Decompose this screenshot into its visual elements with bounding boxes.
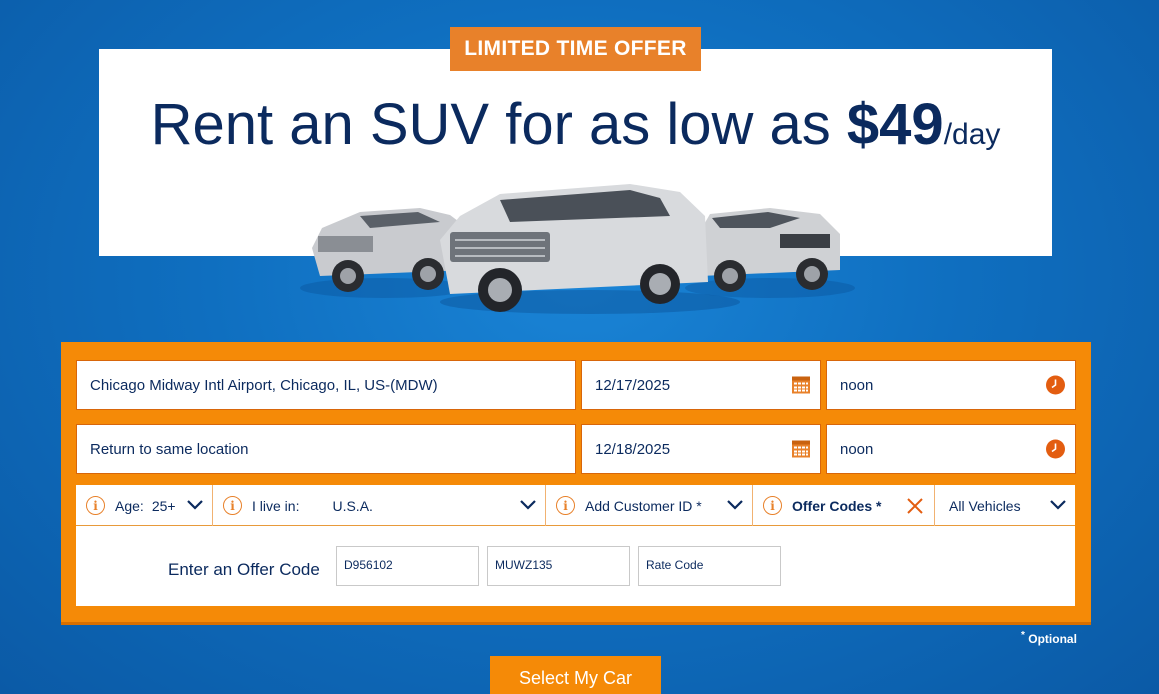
center-suv-image [440, 184, 740, 314]
info-icon[interactable]: i [223, 496, 242, 515]
return-location-input[interactable]: Return to same location [76, 424, 576, 474]
options-row: i Age: 25+ i I live in: U.S.A. i Add Cus… [76, 485, 1075, 527]
offer-codes-toggle[interactable]: i Offer Codes * [753, 485, 935, 527]
return-time-select[interactable]: noon [826, 424, 1076, 474]
chevron-down-icon [727, 500, 743, 510]
age-value: 25+ [151, 497, 176, 514]
info-icon[interactable]: i [86, 496, 105, 515]
calendar-icon[interactable] [792, 440, 810, 458]
residence-value: U.S.A. [332, 497, 373, 514]
return-date-value: 12/18/2025 [595, 440, 671, 458]
optional-text: Optional [1028, 632, 1077, 646]
pickup-date-input[interactable]: 12/17/2025 [581, 360, 821, 410]
booking-widget: Chicago Midway Intl Airport, Chicago, IL… [61, 342, 1091, 625]
rate-code-input[interactable]: Rate Code [638, 546, 781, 586]
vehicle-type-value: All Vehicles [949, 497, 1021, 514]
offer-code-panel: Enter an Offer Code D956102 MUWZ135 Rate… [76, 526, 1075, 606]
select-my-car-button[interactable]: Select My Car [490, 656, 661, 694]
pickup-date-value: 12/17/2025 [595, 376, 671, 394]
headline-text: Rent an SUV for as low as [150, 92, 847, 157]
vehicle-type-select[interactable]: All Vehicles [935, 485, 1075, 526]
offer-code-2-value: MUWZ135 [495, 558, 553, 572]
age-select[interactable]: i Age: 25+ [76, 485, 213, 526]
suv-lineup-image [300, 184, 855, 314]
chevron-down-icon [187, 500, 203, 510]
residence-label: I live in: [252, 497, 300, 514]
offer-code-1-value: D956102 [344, 558, 393, 572]
headline-per-day: /day [943, 118, 1001, 151]
close-icon[interactable] [907, 498, 923, 514]
pickup-time-value: noon [840, 376, 874, 394]
promo-headline: Rent an SUV for as low as $49/day [99, 88, 1052, 172]
chevron-down-icon [1050, 500, 1066, 510]
chevron-down-icon [520, 500, 536, 510]
info-icon[interactable]: i [556, 496, 575, 515]
headline-price: $49 [846, 92, 944, 157]
pickup-time-select[interactable]: noon [826, 360, 1076, 410]
offer-code-label: Enter an Offer Code [168, 560, 320, 579]
offer-code-input-1[interactable]: D956102 [336, 546, 479, 586]
optional-note: * Optional [1021, 630, 1077, 646]
offer-codes-label: Offer Codes * [792, 497, 882, 514]
return-location-value: Return to same location [90, 440, 249, 458]
pickup-location-value: Chicago Midway Intl Airport, Chicago, IL… [90, 376, 438, 394]
clock-icon[interactable] [1046, 375, 1065, 395]
return-time-value: noon [840, 440, 874, 458]
age-label: Age: [115, 497, 144, 514]
residence-select[interactable]: i I live in: U.S.A. [213, 485, 546, 526]
return-date-input[interactable]: 12/18/2025 [581, 424, 821, 474]
clock-icon[interactable] [1046, 439, 1065, 459]
right-suv-image [685, 208, 855, 298]
pickup-location-input[interactable]: Chicago Midway Intl Airport, Chicago, IL… [76, 360, 576, 410]
offer-code-input-2[interactable]: MUWZ135 [487, 546, 630, 586]
info-icon[interactable]: i [763, 496, 782, 515]
limited-offer-badge: LIMITED TIME OFFER [450, 27, 701, 71]
customer-id-label: Add Customer ID * [585, 497, 702, 514]
customer-id-toggle[interactable]: i Add Customer ID * [546, 485, 753, 526]
calendar-icon[interactable] [792, 376, 810, 394]
optional-asterisk: * [1021, 630, 1025, 641]
rate-code-placeholder: Rate Code [646, 558, 704, 572]
